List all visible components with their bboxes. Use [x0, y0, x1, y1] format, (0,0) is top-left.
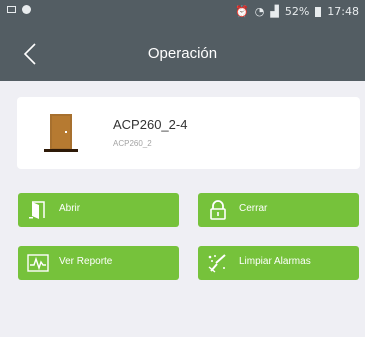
status-left — [7, 5, 31, 14]
device-card: ACP260_2-4 ACP260_2 — [17, 97, 360, 169]
view-report-button-label: Ver Reporte — [59, 256, 113, 267]
alarm-clock-icon: ⏰ — [235, 5, 249, 18]
device-name: ACP260_2-4 — [113, 117, 188, 132]
status-bar: ⏰ ◔ ▟ 52% 17:48 — [0, 0, 365, 25]
door-open-icon — [29, 201, 45, 219]
clear-alarms-button[interactable]: Limpiar Alarmas — [198, 246, 359, 280]
open-button[interactable]: Abrir — [18, 193, 179, 227]
nav-bar: Operación — [0, 25, 365, 81]
wifi-icon: ◔ — [254, 5, 265, 18]
report-chart-icon — [27, 254, 49, 272]
clear-alarms-button-label: Limpiar Alarmas — [239, 256, 311, 267]
page-title: Operación — [147, 45, 218, 62]
door-icon — [44, 114, 78, 152]
battery-icon — [315, 6, 322, 17]
status-time: 17:48 — [327, 5, 359, 18]
battery-percent: 52% — [284, 5, 310, 18]
clear-broom-icon — [208, 254, 226, 273]
view-report-button[interactable]: Ver Reporte — [18, 246, 179, 280]
gallery-notification-icon — [7, 6, 16, 13]
status-right: ⏰ ◔ ▟ 52% 17:48 — [235, 5, 359, 18]
lock-icon — [210, 200, 226, 220]
device-subtitle: ACP260_2 — [113, 139, 152, 148]
signal-icon: ▟ — [270, 5, 279, 18]
open-button-label: Abrir — [59, 203, 81, 214]
app-notification-icon — [22, 5, 31, 14]
close-button-label: Cerrar — [239, 203, 268, 214]
close-button[interactable]: Cerrar — [198, 193, 359, 227]
